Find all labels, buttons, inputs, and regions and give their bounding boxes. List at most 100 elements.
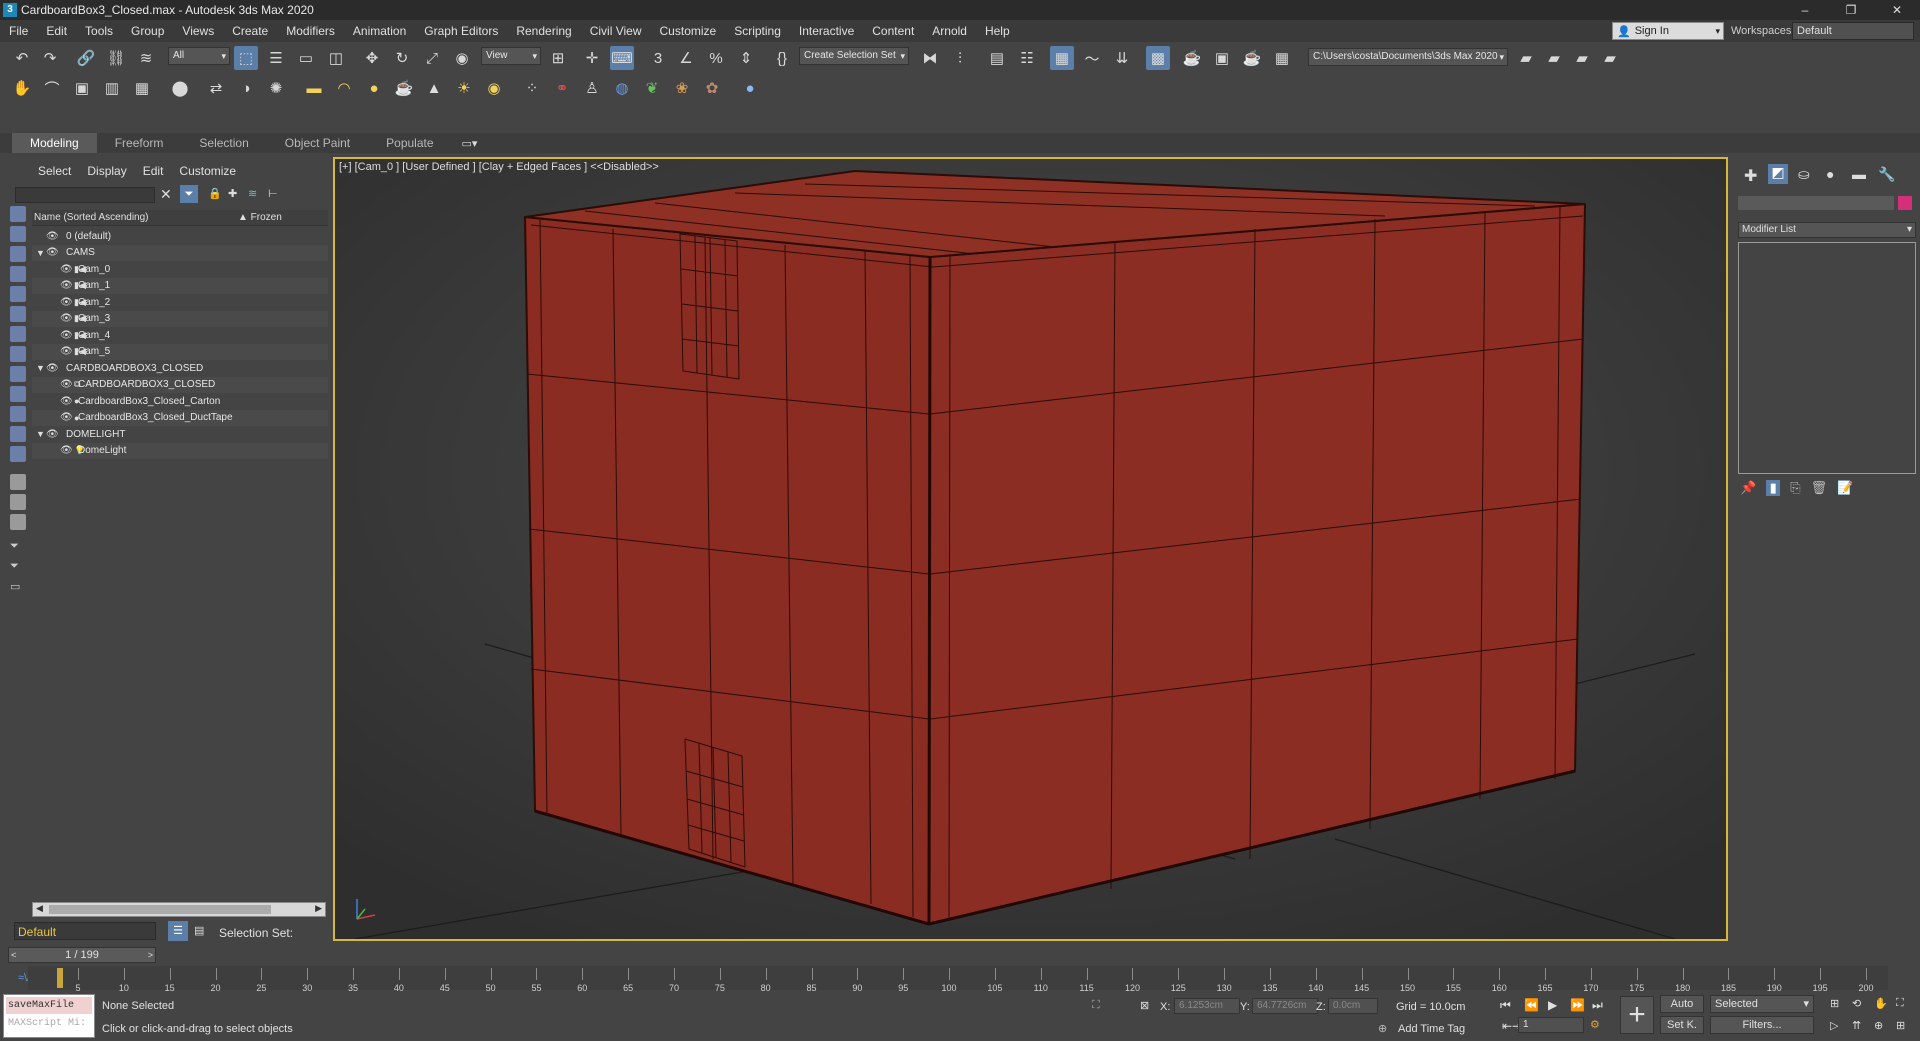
modifier-stack[interactable] — [1738, 242, 1916, 474]
scrollbar-thumb[interactable] — [49, 905, 271, 914]
mirror-icon[interactable]: ⧓ — [918, 46, 942, 70]
leaf-icon[interactable]: ❦ — [640, 76, 664, 100]
tab-modeling[interactable]: Modeling — [12, 133, 97, 153]
explorer-row[interactable]: 👁 ▮◀ Cam_5 — [32, 343, 328, 360]
modify-tab-icon[interactable]: ◩ — [1768, 164, 1788, 184]
explorer-row[interactable]: 👁 ▮◀ Cam_1 — [32, 277, 328, 294]
field-of-view-icon[interactable]: ▷ — [1830, 1019, 1838, 1032]
object-name-field[interactable] — [1738, 196, 1894, 210]
curve-editor-icon[interactable]: 〜 — [1080, 46, 1104, 70]
spinner-snap-icon[interactable]: ⇕ — [734, 46, 758, 70]
maxscript-line[interactable]: saveMaxFile — [6, 997, 92, 1014]
track-bar[interactable]: 5 10 15 20 25 30 35 40 45 50 55 60 65 70 75 80 85 90 95 100… — [28, 966, 1888, 993]
explorer-row[interactable]: ▼ 👁 CARDBOARDBOX3_CLOSED — [32, 360, 328, 376]
texture-icon[interactable]: ✿ — [700, 76, 724, 100]
filter-none-icon[interactable] — [10, 494, 26, 510]
menu-views[interactable]: Views — [173, 24, 223, 38]
omni-light-icon[interactable]: ◉ — [482, 76, 506, 100]
motion-tab-icon[interactable]: ● — [1826, 166, 1834, 182]
visibility-eye-icon[interactable]: 👁 — [60, 396, 73, 407]
explorer-tab-display[interactable]: Display — [79, 164, 134, 178]
menu-rendering[interactable]: Rendering — [507, 24, 580, 38]
container-icon[interactable]: ▥ — [100, 76, 124, 100]
visibility-eye-icon[interactable]: 👁 — [60, 297, 73, 308]
utilities-tab-icon[interactable]: 🔧 — [1878, 166, 1895, 183]
named-selection-dropdown[interactable]: Create Selection Set — [799, 47, 909, 65]
expand-toggle-icon[interactable]: ▼ — [36, 248, 45, 258]
bind-space-warp-icon[interactable]: ≋ — [134, 46, 158, 70]
filter-spacewarps-icon[interactable] — [10, 306, 26, 322]
funnel-outline-icon[interactable]: ⏷ — [10, 560, 26, 576]
render-sphere-icon[interactable]: ● — [738, 76, 762, 100]
hair-icon[interactable]: ❀ — [670, 76, 694, 100]
tab-object-paint[interactable]: Object Paint — [267, 133, 368, 153]
visibility-eye-icon[interactable]: 👁 — [60, 330, 73, 341]
menu-modifiers[interactable]: Modifiers — [277, 24, 344, 38]
rendered-frame-window-icon[interactable]: ▣ — [1210, 46, 1234, 70]
close-button[interactable]: ✕ — [1874, 0, 1920, 20]
explorer-row[interactable]: 👁 ● CardboardBox3_Closed_Carton — [32, 393, 328, 409]
toggle-ribbon-icon[interactable]: ☷ — [1015, 46, 1039, 70]
undo-icon[interactable]: ↶ — [10, 46, 34, 70]
explorer-row[interactable]: ▼ 👁 DOMELIGHT — [32, 426, 328, 442]
configure-modifier-sets-icon[interactable]: 📝 — [1837, 480, 1853, 496]
particles-icon[interactable]: ⁘ — [520, 76, 544, 100]
unlink-icon[interactable]: ⛓ — [104, 46, 128, 70]
tab-selection[interactable]: Selection — [181, 133, 266, 153]
visibility-eye-icon[interactable]: 👁 — [60, 280, 73, 291]
calculator-icon[interactable]: ▦ — [130, 76, 154, 100]
select-manipulate-icon[interactable]: ✛ — [580, 46, 604, 70]
menu-help[interactable]: Help — [976, 24, 1019, 38]
filter-all-icon[interactable] — [10, 474, 26, 490]
hierarchy-tab-icon[interactable]: ⛀ — [1798, 166, 1810, 183]
filter-xrefs-icon[interactable] — [10, 346, 26, 362]
sun-icon[interactable]: ☀ — [452, 76, 476, 100]
edit-named-selection-icon[interactable]: {} — [770, 46, 794, 70]
visibility-eye-icon[interactable]: 👁 — [60, 264, 73, 275]
new-layer-icon[interactable]: ✚ — [228, 187, 237, 200]
visibility-eye-icon[interactable]: 👁 — [60, 313, 73, 324]
scale-icon[interactable]: ⤢ — [420, 46, 444, 70]
explorer-row[interactable]: ▼ 👁 CAMS — [32, 244, 328, 261]
save-folder-icon[interactable]: ▰ — [1570, 46, 1594, 70]
angle-snap-icon[interactable]: ∠ — [674, 46, 698, 70]
layers-icon[interactable]: ≋ — [248, 187, 257, 200]
shift-icon[interactable]: ⇄ — [204, 76, 228, 100]
filter-particles-icon[interactable] — [10, 406, 26, 422]
project-folder-icon[interactable]: ▰ — [1514, 46, 1538, 70]
restore-button[interactable]: ❐ — [1828, 0, 1874, 20]
zoom-all-icon[interactable]: ⊞ — [1896, 1019, 1905, 1032]
dome-icon[interactable]: ◠ — [332, 76, 356, 100]
z-coordinate-field[interactable]: 0.0cm — [1328, 998, 1378, 1014]
workspace-dropdown[interactable]: Default — [1792, 22, 1914, 40]
select-by-name-icon[interactable]: ☰ — [264, 46, 288, 70]
time-tag-icon[interactable]: ⊕ — [1378, 1022, 1387, 1035]
align-icon[interactable]: ⫶ — [948, 46, 972, 70]
explorer-row[interactable]: 👁 💡 DomeLight — [32, 442, 328, 459]
cone-icon[interactable]: ▲ — [422, 76, 446, 100]
explorer-tab-edit[interactable]: Edit — [135, 164, 172, 178]
snapshot-icon[interactable]: ▣ — [70, 76, 94, 100]
menu-customize[interactable]: Customize — [651, 24, 726, 38]
filter-toggle-icon[interactable]: ⏷ — [180, 185, 198, 203]
visibility-eye-icon[interactable]: 👁 — [46, 231, 59, 242]
mirror-tool-icon[interactable]: ◑ — [234, 76, 258, 100]
layer-explorer-icon[interactable]: ▤ — [985, 46, 1009, 70]
visibility-eye-icon[interactable]: 👁 — [46, 363, 59, 374]
pivot-center-icon[interactable]: ⊞ — [546, 46, 570, 70]
maxscript-hint[interactable]: MAXScript Mi: — [6, 1018, 86, 1029]
pan-icon[interactable]: ✋ — [1874, 997, 1888, 1010]
paint-selection-icon[interactable]: ⬤ — [168, 76, 192, 100]
play-icon[interactable]: ▶ — [1548, 998, 1557, 1012]
pin-stack-icon[interactable]: 📌 — [1740, 480, 1756, 496]
viewport-cam0[interactable]: [+] [Cam_0 ] [User Defined ] [Clay + Edg… — [333, 157, 1728, 941]
link-icon[interactable]: 🔗 — [74, 46, 98, 70]
expand-toggle-icon[interactable]: ▼ — [36, 429, 45, 439]
freeform-icon[interactable]: ⌒ — [40, 76, 64, 100]
explorer-column-header[interactable]: Name (Sorted Ascending) ▲ Frozen — [32, 210, 328, 226]
y-coordinate-field[interactable]: 64.7726cm — [1252, 998, 1318, 1014]
globe-icon[interactable]: ◍ — [610, 76, 634, 100]
key-filter-dropdown[interactable]: Selected ▾ — [1710, 995, 1814, 1013]
menu-arnold[interactable]: Arnold — [923, 24, 976, 38]
previous-frame-icon[interactable]: ⏪ — [1524, 998, 1539, 1012]
